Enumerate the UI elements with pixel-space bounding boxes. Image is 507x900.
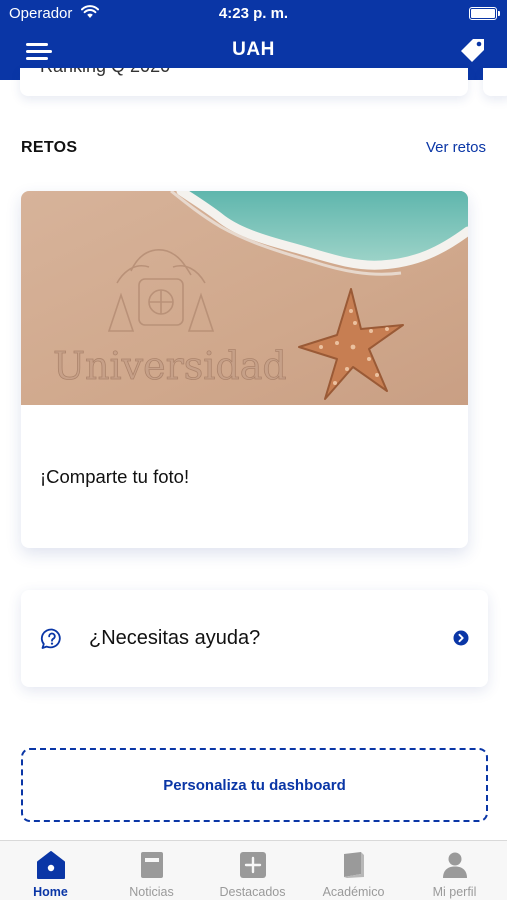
- clock: 4:23 p. m.: [218, 5, 289, 22]
- previous-card[interactable]: Ranking Q 2020: [20, 68, 468, 96]
- customize-dashboard-label: Personaliza tu dashboard: [163, 777, 346, 794]
- previous-card-text: Ranking Q 2020: [40, 68, 170, 77]
- challenge-title: ¡Comparte tu foto!: [40, 466, 190, 487]
- help-chat-icon: [40, 628, 61, 649]
- image-watermark: Universidad: [53, 344, 287, 388]
- battery-icon: [469, 7, 500, 20]
- ver-retos-link[interactable]: Ver retos: [426, 139, 486, 156]
- chevron-right-icon: [453, 630, 469, 646]
- help-label: ¿Necesitas ayuda?: [89, 627, 261, 649]
- tag-icon[interactable]: [459, 36, 487, 64]
- customize-dashboard-button[interactable]: Personaliza tu dashboard: [21, 748, 488, 822]
- tab-destacados[interactable]: Destacados: [202, 841, 303, 900]
- previous-card-next[interactable]: [483, 68, 507, 96]
- home-icon: [37, 851, 65, 879]
- tab-bar: Home Noticias Destacados Académico Mi pe…: [0, 840, 507, 900]
- page-title: UAH: [232, 39, 275, 60]
- help-card[interactable]: ¿Necesitas ayuda?: [21, 590, 488, 687]
- tab-home-label: Home: [33, 885, 68, 899]
- challenge-card[interactable]: Universidad ¡Comparte tu foto!: [21, 191, 468, 548]
- tab-home[interactable]: Home: [0, 841, 101, 900]
- tab-academico-label: Académico: [322, 885, 385, 899]
- tab-noticias-label: Noticias: [129, 885, 174, 899]
- book-icon: [344, 852, 364, 878]
- news-icon: [141, 852, 163, 878]
- tab-noticias[interactable]: Noticias: [101, 841, 202, 900]
- tab-mi-perfil-label: Mi perfil: [432, 885, 477, 899]
- profile-icon: [443, 852, 467, 878]
- challenge-image: Universidad: [21, 191, 468, 405]
- section-title-retos: RETOS: [21, 139, 78, 156]
- tab-destacados-label: Destacados: [219, 885, 286, 899]
- add-square-icon: [240, 852, 266, 878]
- tab-mi-perfil[interactable]: Mi perfil: [404, 841, 505, 900]
- tab-academico[interactable]: Académico: [303, 841, 404, 900]
- status-bar: Operador 4:23 p. m.: [0, 0, 507, 28]
